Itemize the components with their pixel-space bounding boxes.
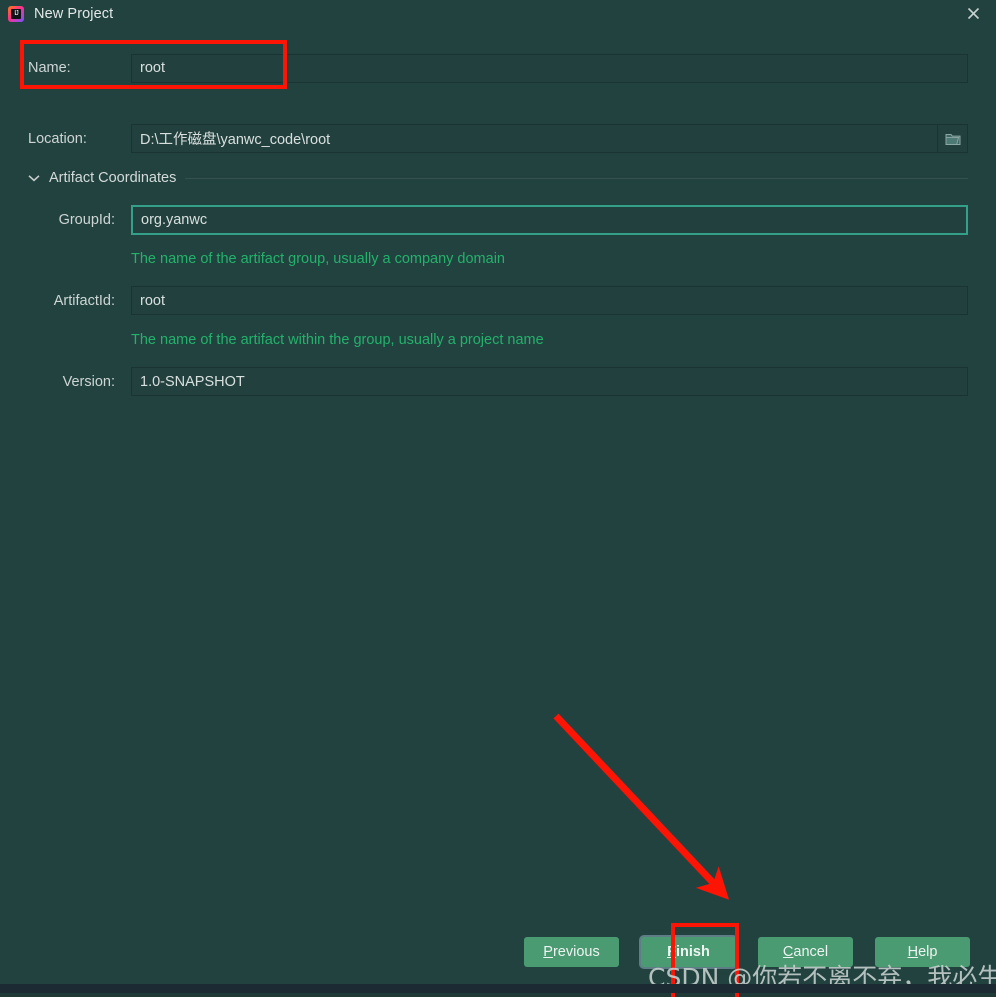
cancel-mnemonic: C — [782, 944, 794, 960]
name-label: Name: — [28, 60, 71, 76]
finish-mnemonic: F — [667, 944, 676, 960]
artifactid-hint: The name of the artifact within the grou… — [131, 332, 544, 348]
artifactid-row: ArtifactId: — [28, 286, 968, 315]
groupid-hint: The name of the artifact group, usually … — [131, 251, 505, 267]
title-bar: IJ New Project — [0, 0, 996, 27]
previous-rest: revious — [552, 944, 600, 960]
help-rest: elp — [918, 944, 938, 960]
location-input[interactable] — [131, 124, 938, 153]
artifact-coordinates-label: Artifact Coordinates — [49, 170, 177, 186]
cancel-button-label: Cancel — [783, 944, 828, 960]
previous-mnemonic: P — [543, 944, 553, 960]
bottom-cut-off-strip — [0, 984, 996, 993]
previous-button[interactable]: Previous — [524, 937, 619, 967]
cancel-rest: ancel — [793, 944, 829, 960]
version-row: Version: — [28, 367, 968, 396]
location-label: Location: — [28, 130, 87, 147]
dialog-body: Name: Location: Artifact Coordinates — [0, 27, 996, 993]
help-mnemonic: H — [907, 944, 919, 960]
finish-button[interactable]: Finish — [641, 937, 736, 967]
groupid-row: GroupId: — [28, 205, 968, 235]
new-project-dialog: IJ New Project Name: Location: — [0, 0, 996, 993]
section-divider — [185, 177, 968, 179]
window-title: New Project — [34, 5, 114, 22]
version-input[interactable] — [131, 367, 968, 396]
name-row: Name: — [28, 52, 968, 84]
name-input[interactable] — [131, 53, 968, 83]
close-window-button[interactable] — [950, 0, 996, 27]
finish-button-label: Finish — [667, 944, 710, 960]
close-icon — [967, 7, 979, 20]
location-row: Location: — [28, 124, 968, 153]
previous-button-label: Previous — [543, 944, 599, 960]
artifactid-input[interactable] — [131, 286, 968, 315]
groupid-label: GroupId: — [58, 212, 115, 228]
chevron-down-icon — [28, 175, 40, 182]
groupid-input[interactable] — [131, 205, 968, 235]
artifact-coordinates-section-header[interactable]: Artifact Coordinates — [28, 170, 968, 186]
cancel-button[interactable]: Cancel — [758, 937, 853, 967]
artifactid-label: ArtifactId: — [53, 292, 115, 309]
help-button[interactable]: Help — [875, 937, 970, 967]
intellij-idea-icon: IJ — [8, 5, 24, 22]
help-button-label: Help — [908, 944, 938, 960]
location-browse-button[interactable] — [938, 124, 968, 153]
folder-icon — [945, 133, 960, 145]
version-label: Version: — [62, 373, 115, 390]
finish-rest: inish — [676, 944, 710, 960]
